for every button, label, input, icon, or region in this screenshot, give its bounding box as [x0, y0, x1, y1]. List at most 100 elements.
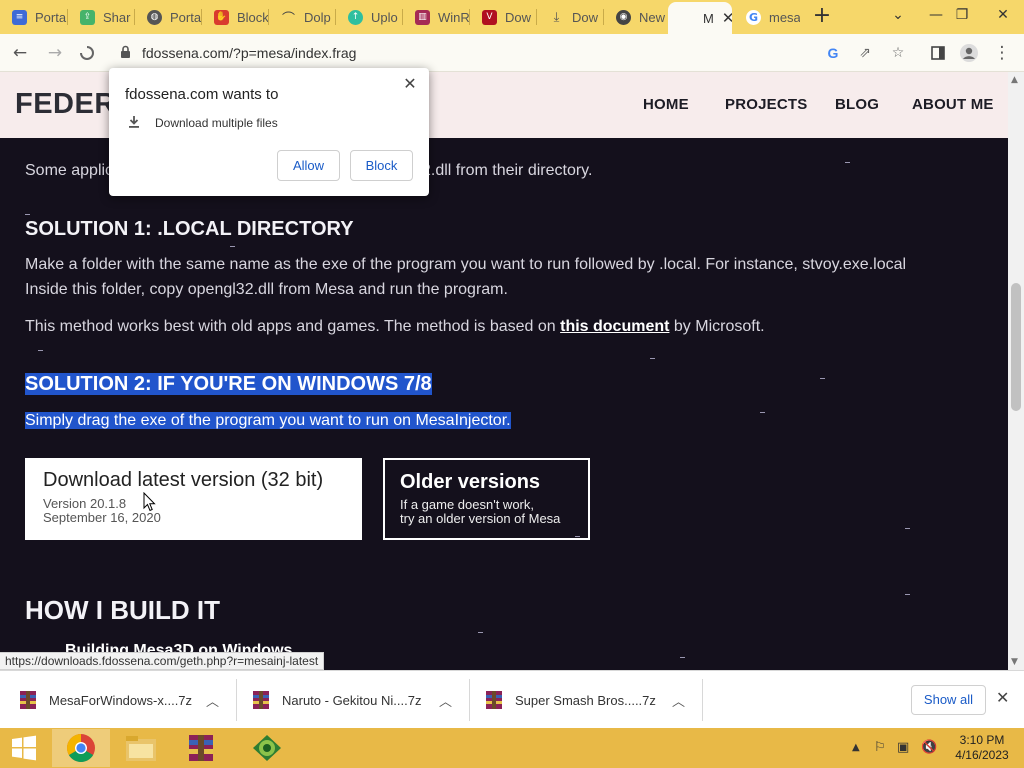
scroll-down-icon[interactable]: ▼: [1011, 657, 1018, 667]
taskbar-clock[interactable]: 3:10 PM 4/16/2023: [950, 733, 1014, 763]
close-shelf-icon[interactable]: ✕: [996, 688, 1009, 707]
tab-label: mesa: [769, 9, 800, 25]
tab-block[interactable]: ✋ Block: [202, 4, 269, 30]
address-bar[interactable]: fdossena.com/?p=mesa/index.frag G ⇗ ☆: [110, 39, 918, 67]
tab-download-2[interactable]: ⤓ Dow: [537, 4, 604, 30]
taskbar-chrome[interactable]: [52, 729, 110, 767]
solution1-line1: Make a folder with the same name as the …: [25, 256, 907, 273]
tray-chevron-up-icon[interactable]: ▲: [852, 742, 860, 753]
tab-porta-2[interactable]: ◍ Porta: [135, 4, 202, 30]
scroll-up-icon[interactable]: ▲: [1011, 75, 1018, 85]
allow-button[interactable]: Allow: [277, 150, 340, 181]
folder-icon: [126, 736, 156, 761]
menu-kebab-icon[interactable]: ⋮: [989, 40, 1015, 66]
show-all-button[interactable]: Show all: [911, 685, 986, 715]
nav-home[interactable]: HOME: [643, 96, 689, 113]
solution2-heading: SOLUTION 2: IF YOU'RE ON WINDOWS 7/8: [25, 373, 432, 396]
this-document-link[interactable]: this document: [560, 318, 669, 335]
popup-title: fdossena.com wants to: [125, 86, 279, 103]
scroll-thumb[interactable]: [1011, 283, 1021, 411]
page-scrollbar[interactable]: ▲ ▼: [1008, 72, 1024, 670]
shield-icon: ✋: [214, 9, 229, 25]
tab-upload[interactable]: ↑ Uplo: [336, 4, 403, 30]
popup-close-icon[interactable]: ✕: [401, 75, 419, 93]
tab-google-mesa[interactable]: G mesa: [734, 4, 800, 30]
profile-avatar-icon[interactable]: [956, 40, 982, 66]
mouse-cursor-icon: [143, 492, 156, 512]
taskbar-file-explorer[interactable]: [112, 729, 170, 767]
intro-text-right: 2.dll from their directory.: [422, 162, 593, 179]
share-icon[interactable]: ⇗: [854, 42, 876, 64]
back-icon[interactable]: ←: [7, 40, 33, 66]
google-lens-icon[interactable]: G: [822, 42, 844, 64]
download-latest-date: September 16, 2020: [43, 510, 161, 525]
tab-dolphin[interactable]: ⌒ Dolp: [269, 4, 336, 30]
download-permission-popup: fdossena.com wants to ✕ Download multipl…: [109, 68, 429, 196]
solution1-line3-post: by Microsoft.: [669, 318, 765, 335]
new-tab-button[interactable]: +: [810, 5, 834, 29]
stack-icon: ≡: [12, 9, 27, 25]
windows-taskbar: ▲ ⚐ ▣ 🔇 3:10 PM 4/16/2023: [0, 728, 1024, 768]
bookmark-star-icon[interactable]: ☆: [887, 42, 909, 64]
tab-strip: ≡ Porta ⇪ Shar ◍ Porta ✋ Block ⌒ Dolp ↑ …: [0, 0, 1024, 34]
older-versions-button[interactable]: Older versions If a game doesn't work, t…: [383, 458, 590, 540]
tab-close-icon[interactable]: ✕: [722, 9, 732, 27]
download-latest-version: Version 20.1.8: [43, 496, 127, 511]
download-item-naruto[interactable]: Naruto - Gekitou Ni....7z ︿: [233, 679, 465, 721]
dolphin-icon: ⌒: [281, 11, 295, 27]
side-panel-icon[interactable]: [925, 40, 951, 66]
tab-search-icon[interactable]: ⌄: [882, 2, 914, 30]
volume-muted-icon[interactable]: 🔇: [921, 740, 937, 755]
intro-text-left: Some applic: [25, 162, 114, 179]
download-item-mesa[interactable]: MesaForWindows-x....7z ︿: [0, 679, 232, 721]
restore-icon[interactable]: ❐: [946, 2, 978, 30]
lock-icon[interactable]: [120, 45, 131, 64]
solution2-text-highlighted: Simply drag the exe of the program you w…: [25, 412, 511, 429]
download-icon: [128, 115, 140, 133]
archive-file-icon: [20, 691, 36, 709]
tab-download-1[interactable]: V Dow: [470, 4, 537, 30]
nav-projects[interactable]: PROJECTS: [725, 96, 807, 113]
tab-winrar[interactable]: ▥ WinR: [403, 4, 470, 30]
action-center-flag-icon[interactable]: ⚐: [874, 740, 886, 755]
network-icon[interactable]: ▣: [897, 740, 909, 755]
download-icon: ⤓: [553, 9, 560, 25]
close-window-icon[interactable]: ✕: [982, 2, 1024, 30]
solution1-line3: This method works best with old apps and…: [25, 314, 765, 339]
tab-mesa-active[interactable]: M ✕: [668, 2, 732, 34]
older-versions-line2: try an older version of Mesa: [400, 511, 561, 526]
bug-app-icon: [253, 735, 281, 761]
solution2-text: Simply drag the exe of the program you w…: [25, 408, 511, 433]
clock-date: 4/16/2023: [955, 748, 1009, 762]
nav-blog[interactable]: BLOG: [835, 96, 879, 113]
google-icon: G: [746, 9, 761, 25]
tab-label: Dolp: [304, 9, 331, 25]
tab-label: Porta: [35, 9, 67, 25]
block-button[interactable]: Block: [350, 150, 413, 181]
url-text[interactable]: fdossena.com/?p=mesa/index.frag: [142, 45, 356, 61]
tab-label: Porta: [170, 9, 202, 25]
forward-icon[interactable]: →: [42, 40, 68, 66]
tab-porta-1[interactable]: ≡ Porta: [0, 4, 68, 30]
download-filename: MesaForWindows-x....7z: [49, 692, 193, 708]
globe-icon: ◍: [147, 9, 162, 25]
tab-share[interactable]: ⇪ Shar: [68, 4, 135, 30]
chevron-up-icon[interactable]: ︿: [672, 691, 685, 710]
start-button[interactable]: [0, 729, 48, 767]
taskbar-winrar[interactable]: [172, 729, 230, 767]
chevron-up-icon[interactable]: ︿: [206, 691, 219, 710]
download-latest-button[interactable]: Download latest version (32 bit) Version…: [25, 458, 362, 540]
tab-label: Block: [237, 9, 269, 25]
tab-label: Uplo: [371, 9, 398, 25]
upload-icon: ↑: [348, 9, 363, 25]
nav-about-me[interactable]: ABOUT ME: [912, 96, 994, 113]
loading-spinner-icon[interactable]: [74, 40, 100, 66]
status-bar-url: https://downloads.fdossena.com/geth.php?…: [0, 652, 325, 670]
clock-time: 3:10 PM: [959, 733, 1005, 747]
download-item-smash[interactable]: Super Smash Bros.....7z ︿: [466, 679, 698, 721]
older-versions-title: Older versions: [400, 471, 541, 493]
site-logo[interactable]: FEDER: [15, 88, 116, 121]
tab-new[interactable]: ◉ New: [604, 4, 668, 30]
chevron-up-icon[interactable]: ︿: [439, 691, 452, 710]
taskbar-app-green[interactable]: [238, 729, 296, 767]
